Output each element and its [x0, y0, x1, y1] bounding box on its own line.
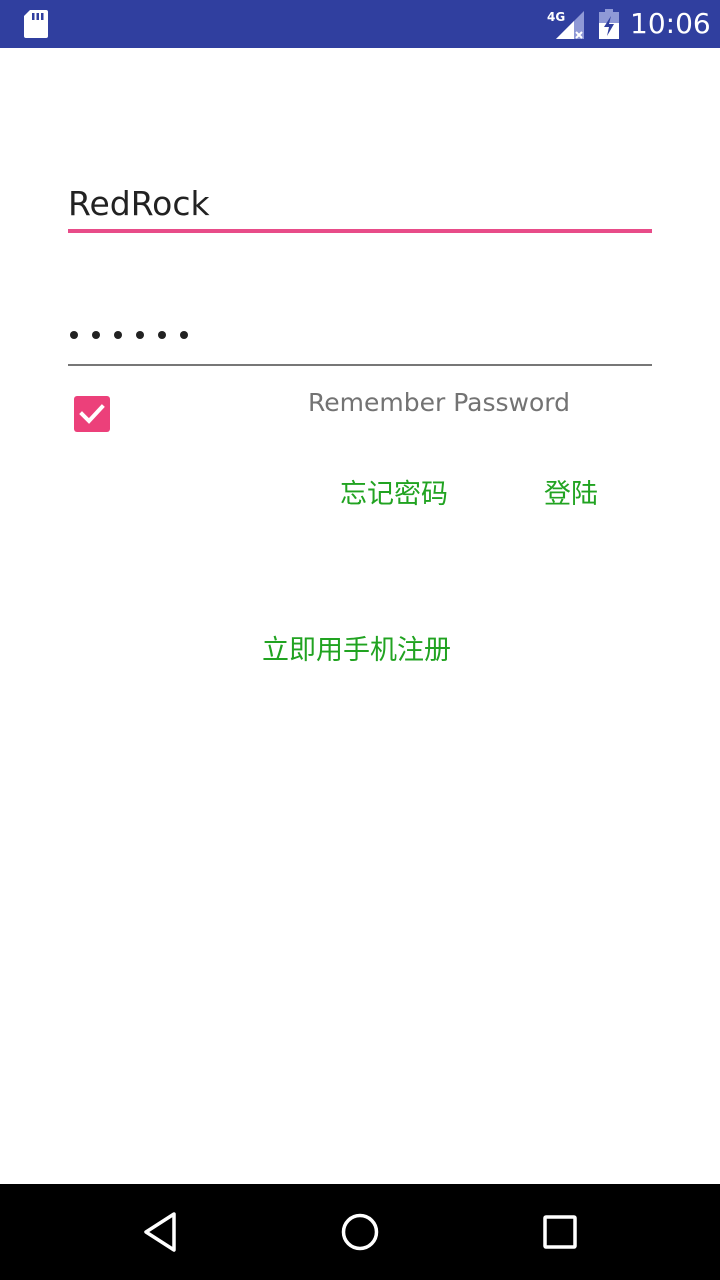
password-dot [114, 331, 122, 339]
remember-password-label[interactable]: Remember Password [308, 386, 570, 420]
sd-card-icon [24, 10, 48, 38]
password-underline [68, 364, 652, 366]
check-icon [79, 404, 105, 424]
login-button[interactable]: 登陆 [544, 477, 598, 513]
status-clock: 10:06 [630, 7, 711, 40]
password-dot [158, 331, 166, 339]
remember-password-checkbox[interactable] [74, 396, 110, 432]
password-dot [70, 331, 78, 339]
password-dot [92, 331, 100, 339]
password-dot [180, 331, 188, 339]
battery-charging-icon [599, 9, 619, 39]
navigation-bar [0, 1184, 720, 1280]
forgot-password-link[interactable]: 忘记密码 [340, 477, 448, 513]
username-input[interactable] [68, 176, 652, 230]
register-with-phone-link[interactable]: 立即用手机注册 [262, 633, 451, 669]
signal-4g-icon: 4G [547, 10, 584, 39]
svg-text:4G: 4G [547, 10, 565, 24]
username-underline [68, 229, 652, 233]
back-icon[interactable] [140, 1210, 180, 1254]
password-dot [136, 331, 144, 339]
status-bar: 4G 10:06 [0, 0, 720, 48]
home-icon[interactable] [340, 1212, 380, 1252]
recents-icon[interactable] [542, 1214, 578, 1250]
password-input[interactable] [70, 310, 650, 360]
